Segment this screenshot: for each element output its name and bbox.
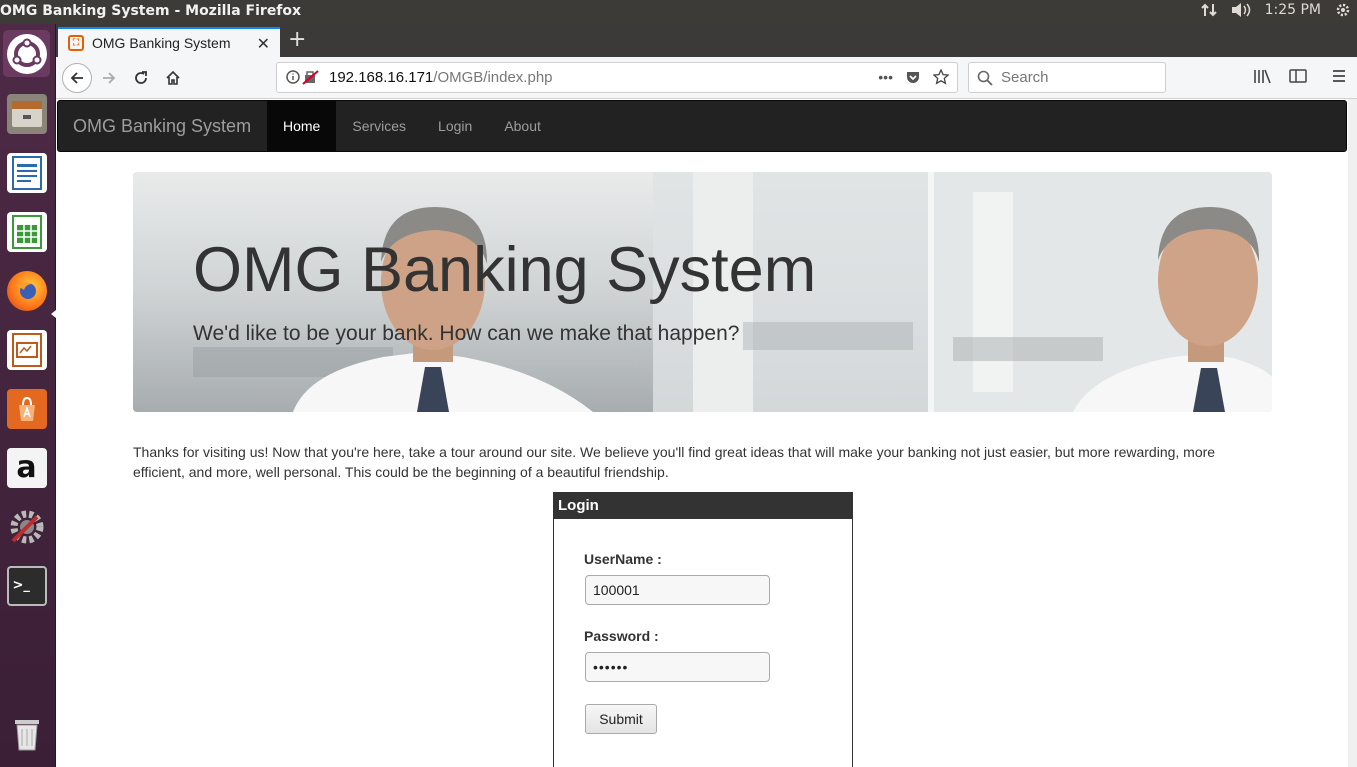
password-field[interactable]: •••••• — [585, 652, 770, 682]
favicon-icon: ⛶ — [68, 35, 84, 51]
network-icon[interactable] — [1200, 2, 1217, 18]
toolbar-right — [1253, 68, 1347, 88]
files-icon — [6, 93, 47, 134]
submit-button[interactable]: Submit — [585, 704, 657, 734]
pocket-icon[interactable] — [905, 69, 921, 88]
page-actions-menu-icon[interactable]: ••• — [878, 69, 893, 88]
hero-banner: OMG Banking System We'd like to be your … — [133, 172, 1272, 412]
nav-toolbar: 192.168.16.171/OMGB/index.php ••• Search — [56, 57, 1357, 99]
site-brand[interactable]: OMG Banking System — [73, 116, 251, 137]
password-label: Password : — [584, 628, 659, 644]
terminal-icon: >_ — [6, 565, 47, 606]
files-button[interactable] — [3, 90, 50, 137]
library-icon[interactable] — [1253, 68, 1271, 88]
amazon-button[interactable]: a — [3, 444, 50, 491]
username-field[interactable]: 100001 — [585, 575, 770, 605]
hero-subtitle: We'd like to be your bank. How can we ma… — [193, 322, 740, 345]
close-tab-icon[interactable]: ✕ — [257, 34, 270, 53]
username-label: UserName : — [584, 551, 662, 567]
page-scrollbar[interactable] — [1348, 99, 1357, 767]
software-center-button[interactable] — [3, 385, 50, 432]
url-host: 192.168.16.171 — [329, 69, 434, 86]
site-info-icon[interactable] — [285, 68, 321, 90]
back-button[interactable] — [62, 63, 92, 93]
url-path: /OMGB/index.php — [433, 69, 553, 86]
gear-icon[interactable] — [1335, 2, 1351, 18]
impress-icon — [6, 329, 47, 370]
amazon-icon: a — [6, 447, 47, 488]
trash-button[interactable] — [3, 710, 50, 757]
system-tray: 1:25 PM — [1200, 2, 1351, 18]
reload-button[interactable] — [126, 63, 156, 93]
sidebar-icon[interactable] — [1289, 68, 1307, 88]
search-icon — [977, 70, 993, 86]
home-button[interactable] — [158, 63, 188, 93]
hamburger-menu-icon[interactable] — [1331, 68, 1347, 88]
bookmark-star-icon[interactable] — [932, 68, 950, 88]
writer-icon — [6, 152, 47, 193]
firefox-button[interactable] — [3, 267, 50, 314]
system-settings-icon — [7, 507, 47, 547]
url-bar[interactable]: 192.168.16.171/OMGB/index.php ••• — [276, 62, 958, 93]
home-icon — [166, 70, 180, 85]
calc-icon — [6, 211, 47, 252]
impress-button[interactable] — [3, 326, 50, 373]
nav-home[interactable]: Home — [267, 101, 337, 151]
trash-icon — [7, 714, 47, 754]
system-top-bar: OMG Banking System - Mozilla Firefox 1:2… — [0, 0, 1357, 24]
volume-icon[interactable] — [1231, 2, 1251, 18]
reload-icon — [135, 71, 147, 84]
page-actions: ••• — [878, 68, 950, 88]
ubuntu-dash-button[interactable] — [3, 30, 50, 77]
software-center-icon — [6, 388, 47, 429]
tab-omg-banking[interactable]: ⛶ OMG Banking System ✕ — [58, 27, 280, 57]
search-input[interactable]: Search — [968, 62, 1166, 93]
forward-button[interactable] — [94, 63, 124, 93]
new-tab-icon[interactable]: + — [288, 27, 306, 52]
terminal-button[interactable]: >_ — [3, 562, 50, 609]
writer-button[interactable] — [3, 149, 50, 196]
ubuntu-dash-icon — [6, 33, 47, 74]
nav-services[interactable]: Services — [336, 101, 422, 151]
intro-text: Thanks for visiting us! Now that you're … — [133, 444, 1216, 480]
site-navbar: OMG Banking System Home Services Login A… — [57, 100, 1347, 152]
launcher: a >_ — [0, 24, 56, 767]
nav-login[interactable]: Login — [422, 101, 488, 151]
clock[interactable]: 1:25 PM — [1265, 2, 1321, 18]
site-nav-links: Home Services Login About — [267, 101, 557, 151]
firefox-icon — [6, 270, 47, 311]
login-header: Login — [554, 493, 852, 519]
page-content: OMG Banking System Home Services Login A… — [56, 99, 1348, 767]
back-arrow-icon — [70, 72, 83, 84]
url-text[interactable]: 192.168.16.171/OMGB/index.php — [329, 69, 553, 86]
system-settings-button[interactable] — [3, 503, 50, 550]
hero-title: OMG Banking System — [193, 235, 817, 305]
tab-strip: ⛶ OMG Banking System ✕ + — [56, 24, 1357, 57]
calc-button[interactable] — [3, 208, 50, 255]
nav-about[interactable]: About — [488, 101, 557, 151]
search-placeholder: Search — [1001, 69, 1049, 86]
tab-title: OMG Banking System — [92, 35, 231, 51]
forward-arrow-icon — [103, 72, 116, 84]
window-title: OMG Banking System - Mozilla Firefox — [0, 3, 302, 19]
login-panel: Login UserName : 100001 Password : •••••… — [553, 492, 853, 767]
